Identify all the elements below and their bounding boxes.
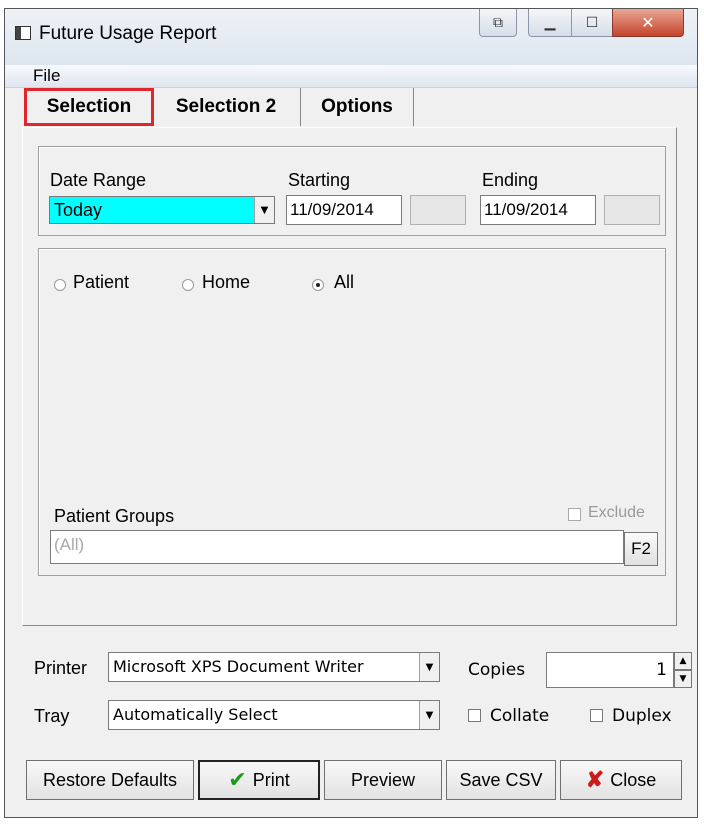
tab-selection-label: Selection (46, 96, 132, 117)
close-x-icon: ✘ (585, 767, 605, 792)
preview-label: Preview (350, 769, 416, 790)
preview-button[interactable]: Preview (324, 760, 442, 800)
checkmark-icon: ✔ (228, 767, 247, 792)
starting-date-value: 11/09/2014 (290, 200, 374, 219)
radio-all-label: All (334, 272, 355, 292)
duplex-checkbox[interactable] (590, 709, 603, 722)
maximize-button[interactable]: ☐ (571, 9, 613, 37)
tab-selection[interactable]: Selection (24, 88, 154, 126)
tab-options-label: Options (321, 96, 393, 117)
restore-defaults-button[interactable]: Restore Defaults (26, 760, 194, 800)
save-csv-button[interactable]: Save CSV (446, 760, 556, 800)
date-range-dropdown[interactable]: Today ▼ (49, 196, 275, 224)
patient-groups-field[interactable]: (All) (50, 530, 624, 564)
f2-label: F2 (631, 539, 651, 558)
date-range-label: Date Range (50, 170, 147, 190)
printer-label: Printer (34, 658, 88, 678)
ending-date-field[interactable]: 11/09/2014 (480, 195, 596, 225)
ending-date-value: 11/09/2014 (484, 200, 568, 219)
patient-groups-label: Patient Groups (54, 506, 175, 526)
starting-date-field[interactable]: 11/09/2014 (286, 195, 402, 225)
starting-time-field[interactable] (410, 195, 466, 225)
close-button[interactable]: ✘ Close (560, 760, 682, 800)
f2-lookup-button[interactable]: F2 (624, 532, 658, 566)
restore-defaults-label: Restore Defaults (42, 769, 178, 790)
radio-home[interactable] (182, 279, 194, 291)
ending-time-field[interactable] (604, 195, 660, 225)
menu-file[interactable]: File (33, 66, 60, 86)
chevron-down-icon[interactable]: ▼ (254, 197, 274, 223)
window-title: Future Usage Report (39, 23, 217, 44)
minimize-button[interactable]: ▁ (528, 9, 572, 37)
printer-value: Microsoft XPS Document Writer (113, 657, 364, 676)
spin-down-icon[interactable]: ▼ (674, 670, 692, 688)
radio-all[interactable] (312, 279, 324, 291)
tray-value: Automatically Select (113, 705, 278, 724)
menu-file-label: File (33, 66, 61, 85)
tab-options[interactable]: Options (300, 88, 414, 126)
exclude-label: Exclude (588, 504, 645, 521)
tab-selection-2[interactable]: Selection 2 (158, 88, 294, 126)
patient-groups-value: (All) (54, 535, 85, 554)
radio-patient[interactable] (54, 279, 66, 291)
close-window-button[interactable]: ✕ (612, 9, 684, 37)
print-label: Print (252, 769, 290, 790)
save-csv-label: Save CSV (459, 769, 543, 790)
restore-window-icon[interactable]: ⧉ (479, 9, 517, 37)
collate-checkbox[interactable] (468, 709, 481, 722)
ending-label: Ending (482, 170, 539, 190)
window-icon (15, 26, 31, 40)
title-bar: Future Usage Report ⧉ ▁ ☐ ✕ (5, 9, 697, 66)
copies-value: 1 (656, 660, 667, 680)
collate-label: Collate (490, 706, 550, 726)
date-range-value: Today (54, 200, 103, 220)
copies-label: Copies (468, 660, 526, 680)
copies-spinner[interactable]: ▲ ▼ (674, 652, 692, 688)
spin-up-icon[interactable]: ▲ (674, 652, 692, 670)
tray-label: Tray (34, 706, 70, 726)
duplex-label: Duplex (612, 706, 672, 726)
starting-label: Starting (288, 170, 351, 190)
print-button[interactable]: ✔ Print (198, 760, 320, 800)
chevron-down-icon[interactable]: ▼ (419, 653, 439, 681)
tray-dropdown[interactable]: Automatically Select ▼ (108, 700, 440, 730)
printer-dropdown[interactable]: Microsoft XPS Document Writer ▼ (108, 652, 440, 682)
copies-field[interactable]: 1 (546, 652, 674, 688)
chevron-down-icon[interactable]: ▼ (419, 701, 439, 729)
radio-home-label: Home (202, 272, 251, 292)
exclude-checkbox[interactable] (568, 508, 581, 521)
menu-bar: File (5, 65, 697, 88)
tab-selection-2-label: Selection 2 (175, 96, 277, 117)
radio-patient-label: Patient (73, 272, 130, 292)
close-label: Close (610, 769, 657, 790)
